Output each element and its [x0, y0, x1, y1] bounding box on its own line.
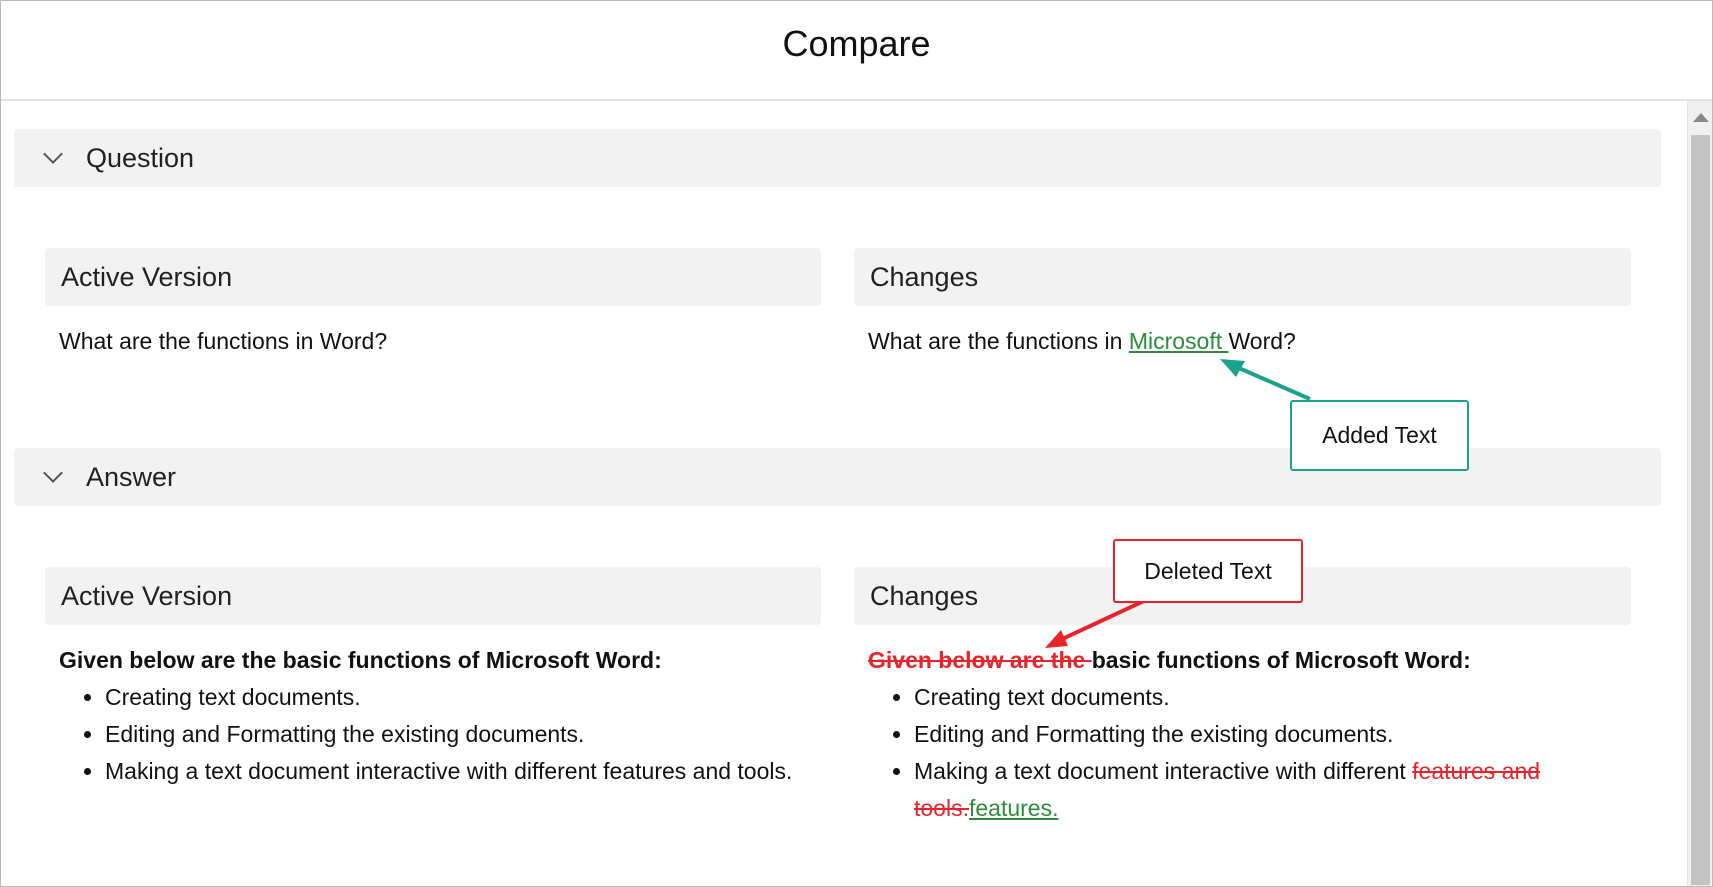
chevron-down-icon[interactable]	[43, 463, 63, 483]
scroll-thumb[interactable]	[1691, 135, 1710, 885]
question-changes-header-label: Changes	[870, 261, 979, 292]
answer-active-header: Active Version	[45, 567, 821, 625]
question-changes-text-after: Word?	[1228, 328, 1296, 354]
question-section-title: Question	[86, 142, 195, 173]
list-item: Editing and Formatting the existing docu…	[105, 716, 799, 753]
question-active-text: What are the functions in Word?	[59, 323, 819, 360]
answer-changes-intro: Given below are the basic functions of M…	[868, 642, 1608, 679]
added-text: Microsoft	[1128, 328, 1229, 354]
list-item: Making a text document interactive with …	[914, 753, 1608, 827]
answer-section-title: Answer	[86, 461, 177, 492]
scroll-up-arrow-icon[interactable]	[1693, 113, 1709, 122]
added-callout-label: Added Text	[1322, 422, 1437, 448]
list-item: Creating text documents.	[105, 679, 799, 716]
answer-changes-header-label: Changes	[870, 580, 979, 611]
answer-changes-list: Creating text documents. Editing and For…	[868, 679, 1608, 827]
added-text-callout: Added Text	[1290, 400, 1469, 471]
item3-kept: Making a text document interactive with …	[914, 758, 1413, 784]
answer-changes-content: Given below are the basic functions of M…	[868, 642, 1608, 827]
question-changes-text-before: What are the functions in	[868, 328, 1129, 354]
answer-active-intro: Given below are the basic functions of M…	[59, 647, 662, 673]
question-active-header: Active Version	[45, 248, 821, 306]
question-section-header[interactable]: Question	[14, 129, 1661, 187]
deleted-callout-label: Deleted Text	[1144, 557, 1272, 584]
deleted-text-callout: Deleted Text	[1113, 539, 1303, 603]
window-title: Compare	[782, 23, 931, 64]
vertical-scrollbar[interactable]	[1687, 101, 1712, 886]
question-changes-text: What are the functions in Microsoft Word…	[868, 323, 1628, 360]
question-changes-header: Changes	[854, 248, 1631, 306]
title-bar: Compare	[1, 1, 1712, 101]
list-item: Creating text documents.	[914, 679, 1608, 716]
question-active-text-value: What are the functions in Word?	[59, 328, 388, 354]
list-item: Making a text document interactive with …	[105, 753, 799, 790]
answer-changes-intro-kept: basic functions of Microsoft Word:	[1091, 647, 1471, 673]
question-active-header-label: Active Version	[61, 261, 233, 292]
added-text: features.	[968, 795, 1059, 821]
chevron-down-icon[interactable]	[43, 144, 63, 164]
answer-active-content: Given below are the basic functions of M…	[59, 642, 799, 790]
deleted-text: Given below are the	[868, 647, 1092, 673]
answer-active-list: Creating text documents. Editing and For…	[59, 679, 799, 790]
list-item: Editing and Formatting the existing docu…	[914, 716, 1608, 753]
answer-active-header-label: Active Version	[61, 580, 233, 611]
compare-content: Question Active Version Changes What are…	[1, 101, 1687, 886]
